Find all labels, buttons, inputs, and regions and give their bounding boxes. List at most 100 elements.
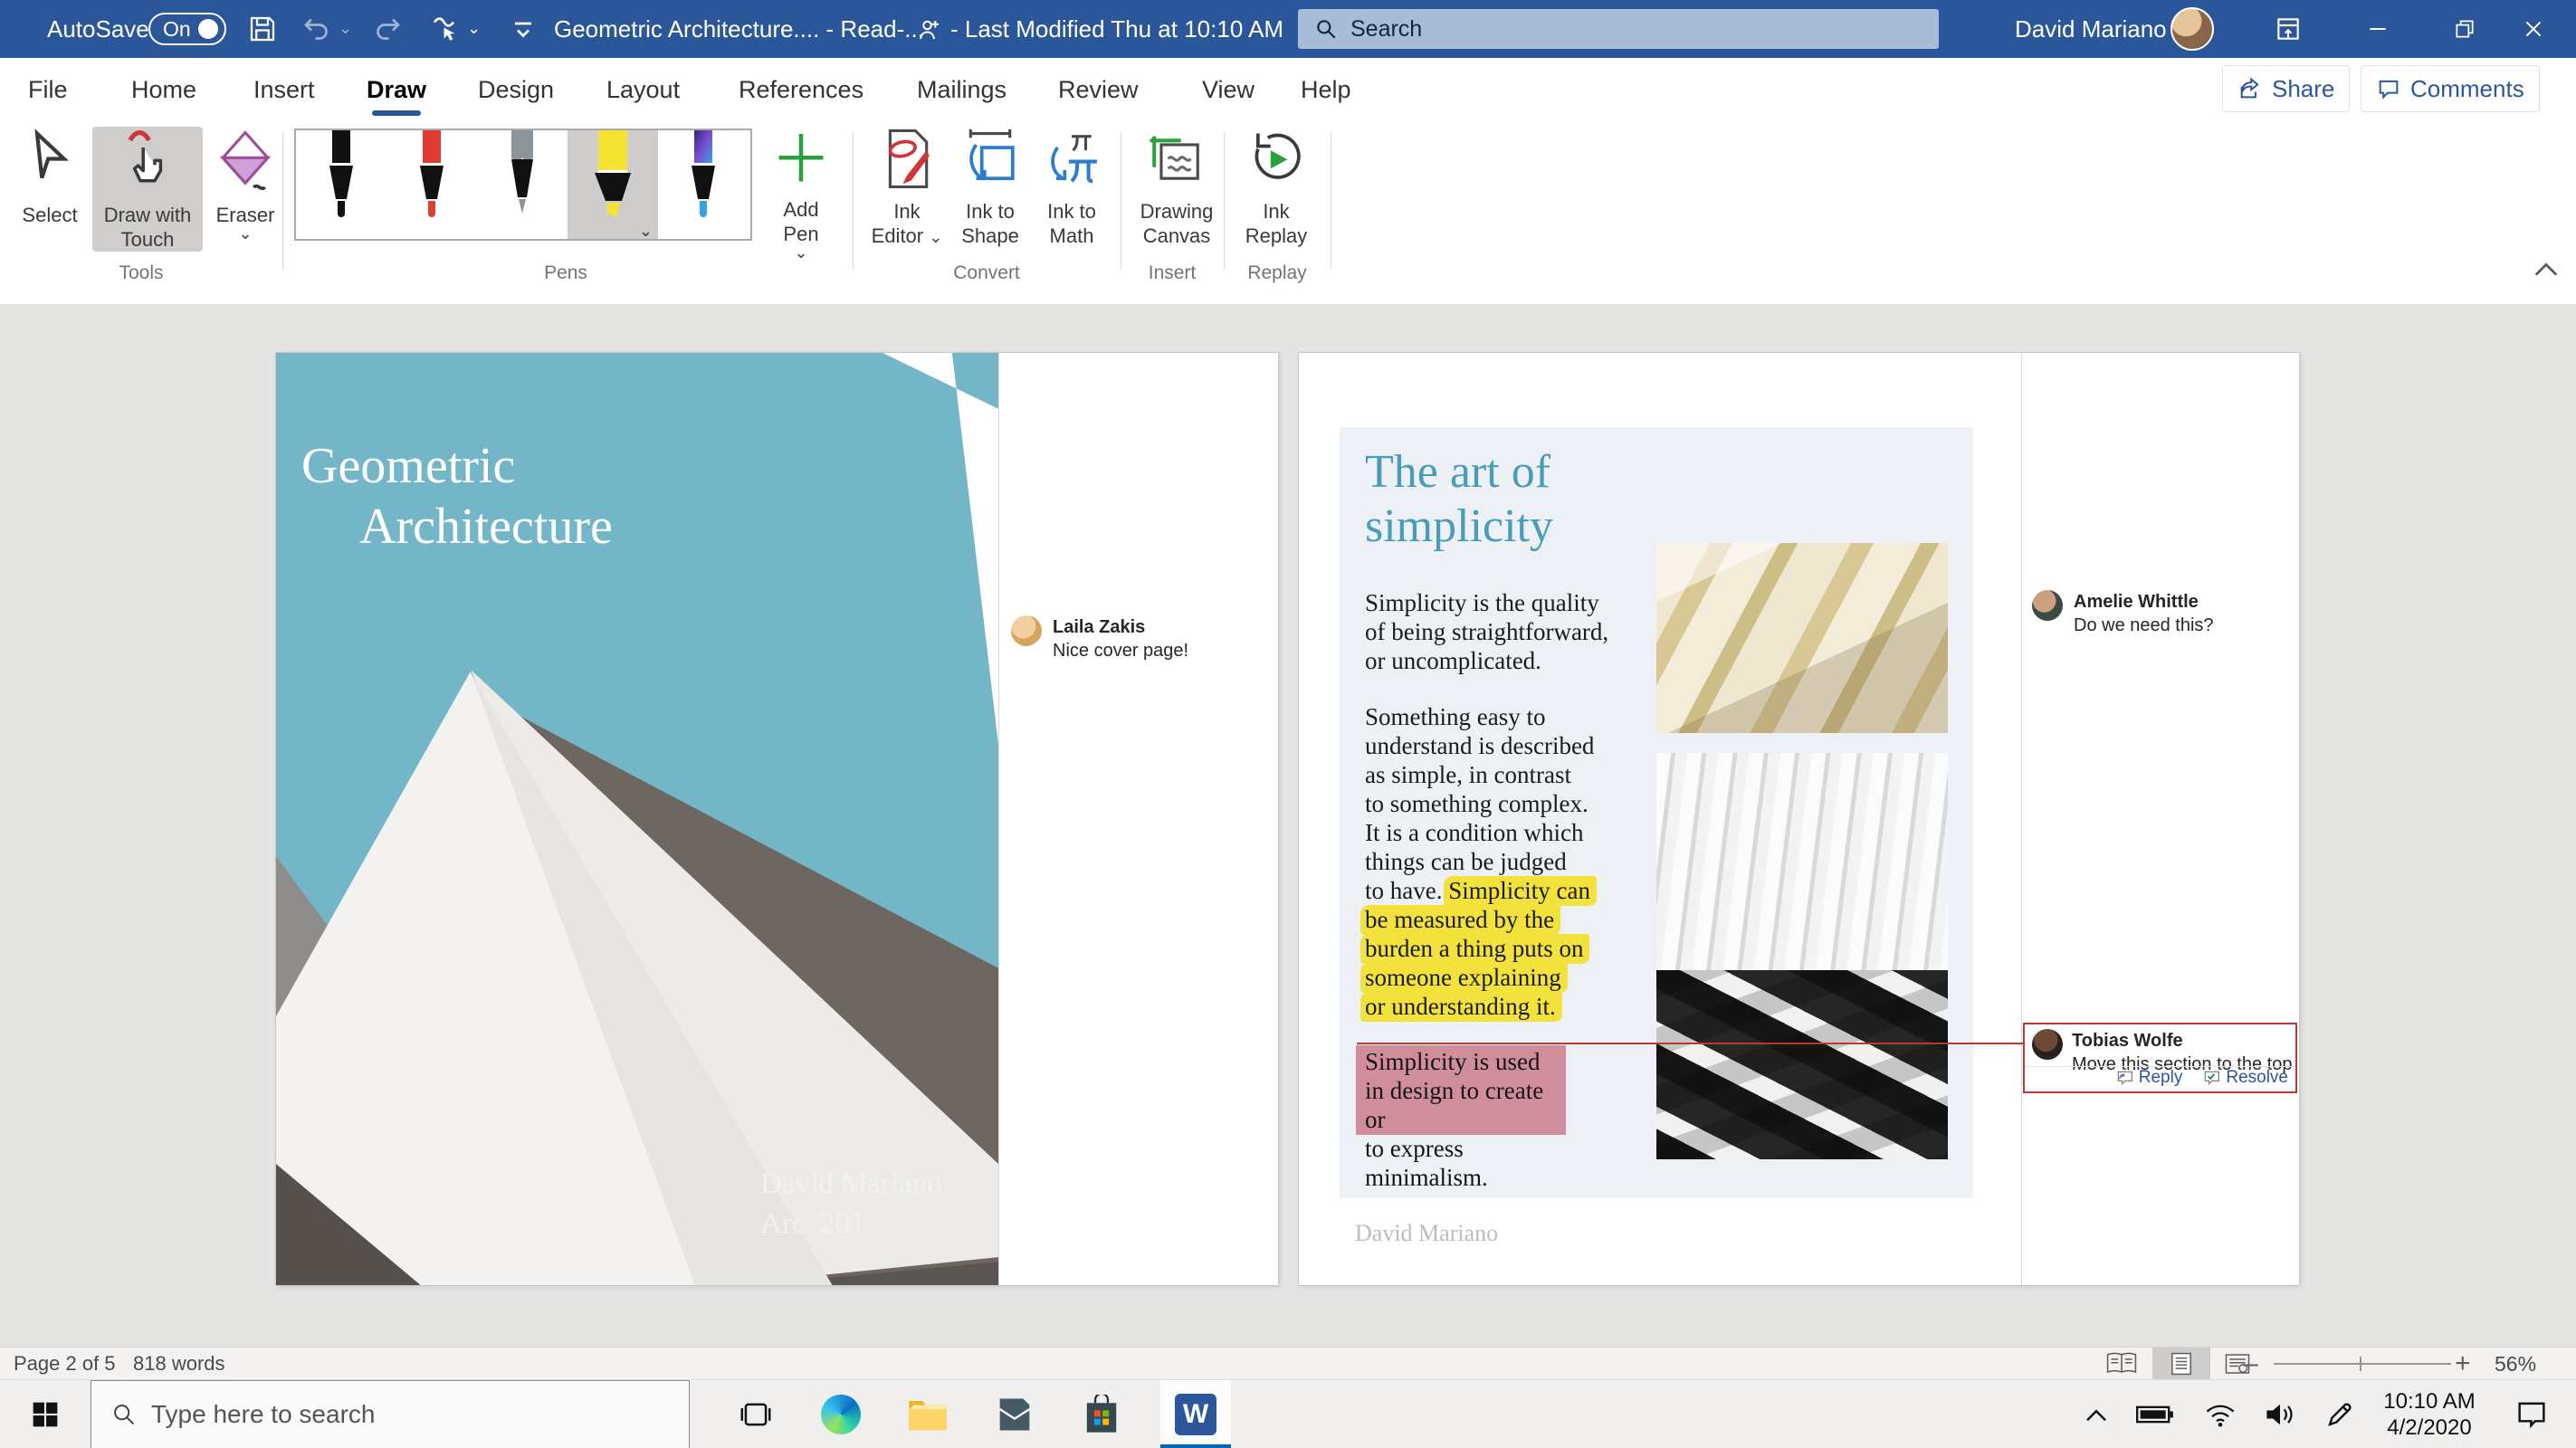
draw-touch-chevron[interactable]: ⌄	[467, 22, 500, 54]
taskbar-clock[interactable]: 10:10 AM4/2/2020	[2373, 1380, 2485, 1448]
tab-insert[interactable]: Insert	[253, 58, 315, 121]
share-button[interactable]: Share	[2222, 65, 2350, 112]
yellow-highlighter-icon	[584, 130, 642, 228]
quick-access-toolbar-icon[interactable]	[507, 13, 539, 45]
avatar	[2032, 590, 2063, 621]
ink-editor-chevron[interactable]: ⌄	[929, 228, 942, 246]
print-layout-view-button[interactable]	[2152, 1348, 2210, 1380]
tab-view[interactable]: View	[1202, 58, 1255, 121]
tab-review[interactable]: Review	[1058, 58, 1139, 121]
draw-with-touch-button[interactable]: Draw with Touch	[92, 127, 203, 252]
article-heading: The art of simplicity	[1365, 445, 1553, 554]
group-separator	[282, 132, 283, 270]
word-count[interactable]: 818 words	[133, 1348, 225, 1380]
undo-dropdown-chevron[interactable]: ⌄	[339, 22, 371, 54]
page-1-cover[interactable]: Geometric Architecture David Mariano Arc…	[276, 353, 1278, 1285]
taskbar-search-box[interactable]: Type here to search	[91, 1380, 690, 1448]
ink-highlight: Simplicity can	[1444, 876, 1597, 906]
red-pen-tile[interactable]	[386, 130, 477, 239]
tab-mailings[interactable]: Mailings	[917, 58, 1007, 121]
tab-help[interactable]: Help	[1301, 58, 1351, 121]
tab-design[interactable]: Design	[478, 58, 554, 121]
tab-home[interactable]: Home	[131, 58, 196, 121]
edge-browser-icon[interactable]	[802, 1380, 880, 1448]
ink-highlight: burden a thing puts on	[1360, 934, 1589, 964]
comment-amelie[interactable]: Amelie Whittle Do we need this?	[2032, 590, 2214, 637]
zoom-slider[interactable]	[2274, 1363, 2451, 1365]
share-icon	[2237, 76, 2263, 101]
ink-replay-button[interactable]: Ink Replay	[1235, 127, 1318, 248]
battery-icon[interactable]	[2125, 1380, 2185, 1448]
save-icon[interactable]	[246, 13, 279, 45]
autosave-toggle[interactable]: On	[148, 13, 226, 45]
tab-file[interactable]: File	[28, 58, 68, 121]
wifi-icon[interactable]	[2190, 1380, 2250, 1448]
word-taskbar-icon[interactable]: W	[1160, 1380, 1231, 1448]
comment-tobias[interactable]: Tobias Wolfe Move this section to the to…	[2023, 1023, 2297, 1093]
ink-editor-button[interactable]: Ink Editor ⌄	[867, 127, 947, 248]
ink-to-math-button[interactable]: Ink to Math	[1034, 127, 1110, 248]
article-panel: The art of simplicity Simplicity is the …	[1340, 427, 1973, 1198]
windows-taskbar: Type here to search W 10:10 AM4/2/2020	[0, 1379, 2576, 1448]
ink-to-shape-icon	[962, 127, 1018, 194]
comment-laila[interactable]: Laila Zakis Nice cover page!	[1011, 615, 1188, 662]
user-avatar[interactable]	[2171, 7, 2214, 51]
task-view-button[interactable]	[724, 1380, 787, 1448]
photo-staircase	[1656, 543, 1948, 733]
page-2[interactable]: The art of simplicity Simplicity is the …	[1299, 353, 2299, 1285]
comment-divider	[2025, 1066, 2295, 1067]
group-separator	[853, 132, 854, 270]
read-mode-view-button[interactable]	[2093, 1348, 2151, 1380]
ink-to-shape-button[interactable]: Ink to Shape	[950, 127, 1030, 248]
drawing-canvas-button[interactable]: Drawing Canvas	[1133, 127, 1220, 248]
zoom-in-button[interactable]: +	[2455, 1348, 2471, 1380]
tab-layout[interactable]: Layout	[606, 58, 680, 121]
start-button[interactable]	[11, 1380, 80, 1448]
close-button[interactable]	[2491, 0, 2576, 58]
search-box[interactable]: Search	[1298, 9, 1939, 49]
windows-logo-icon	[31, 1400, 60, 1429]
reply-button[interactable]: Reply	[2115, 1068, 2183, 1088]
mail-app-icon[interactable]	[976, 1380, 1054, 1448]
eraser-button[interactable]: Eraser ⌄	[206, 127, 284, 240]
comments-button[interactable]: Comments	[2361, 65, 2540, 112]
tab-draw[interactable]: Draw	[367, 58, 426, 121]
selected-paragraph[interactable]: Simplicity is used in design to create o…	[1356, 1045, 1566, 1135]
black-pen-tile[interactable]	[296, 130, 386, 239]
toggle-knob	[198, 19, 218, 39]
gray-pencil-tile[interactable]	[477, 130, 568, 239]
tab-references[interactable]: References	[739, 58, 863, 121]
microsoft-store-icon[interactable]	[1063, 1380, 1140, 1448]
draw-touch-icon[interactable]	[429, 13, 462, 45]
resolve-button[interactable]: Resolve	[2202, 1068, 2288, 1088]
file-explorer-icon[interactable]	[889, 1380, 967, 1448]
yellow-highlighter-tile[interactable]: ⌄	[568, 130, 658, 239]
action-center-icon[interactable]	[2500, 1380, 2563, 1448]
collapse-ribbon-chevron[interactable]	[2531, 259, 2562, 281]
pen-options-chevron[interactable]: ⌄	[639, 224, 653, 237]
add-pen-button[interactable]: Add Pen ⌄	[765, 127, 837, 259]
undo-icon[interactable]	[301, 13, 333, 45]
user-name[interactable]: David Mariano	[2015, 0, 2167, 58]
redo-icon[interactable]	[371, 13, 404, 45]
add-pen-chevron[interactable]: ⌄	[794, 246, 807, 259]
minimize-button[interactable]	[2335, 0, 2420, 58]
tray-show-hidden-icons[interactable]	[2069, 1380, 2123, 1448]
eraser-icon	[217, 127, 273, 197]
zoom-slider-handle[interactable]	[2360, 1357, 2361, 1371]
page-indicator[interactable]: Page 2 of 5	[14, 1348, 116, 1380]
select-button[interactable]: Select	[11, 127, 89, 227]
search-icon	[1314, 17, 1338, 41]
pen-gallery: ⌄	[294, 129, 752, 241]
volume-icon[interactable]	[2250, 1380, 2310, 1448]
eraser-dropdown-chevron[interactable]: ⌄	[238, 227, 252, 240]
ribbon-display-options-icon[interactable]	[2274, 14, 2303, 43]
galaxy-pen-tile[interactable]	[658, 130, 749, 239]
windows-ink-pen-icon[interactable]	[2310, 1380, 2370, 1448]
avatar	[1011, 615, 1042, 646]
shared-with-icon[interactable]	[916, 16, 943, 43]
zoom-out-button[interactable]: –	[2243, 1348, 2258, 1380]
document-canvas[interactable]: Geometric Architecture David Mariano Arc…	[0, 304, 2576, 1347]
black-pen-icon	[316, 130, 367, 228]
zoom-level[interactable]: 56%	[2495, 1348, 2536, 1380]
